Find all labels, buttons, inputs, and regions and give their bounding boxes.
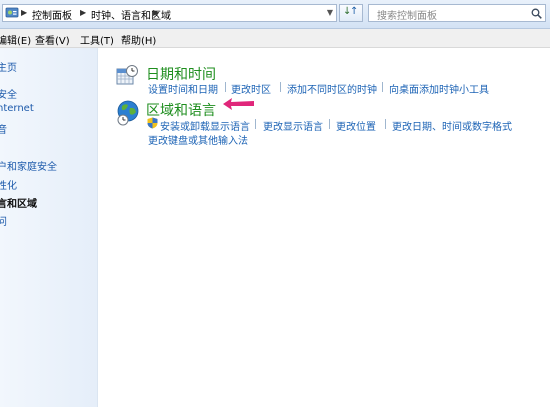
sidebar-item-ease-of-access[interactable]: 问 [0,213,7,228]
sidebar-item-language-region[interactable]: 言和区域 [0,195,37,210]
address-dropdown-icon[interactable]: ▼ [327,8,333,17]
search-icon[interactable] [531,8,542,19]
menu-edit[interactable]: 编辑(E) [0,32,31,47]
task-install-uninstall-display-language[interactable]: 安装或卸载显示语言 [160,118,250,133]
sidebar-item-security[interactable]: 安全 [0,86,17,101]
address-toolbar: ▶ 控制面板 ▶ 时钟、语言和区域 ▶ ▼ ↓ ↑ 搜索控制面板 [0,0,550,29]
sidebar-item-internet[interactable]: nternet [0,103,34,114]
sidebar-item-personalization[interactable]: 性化 [0,177,17,192]
task-change-date-time-number-format[interactable]: 更改日期、时间或数字格式 [392,118,512,133]
sidebar-item-sound[interactable]: 音 [0,121,7,136]
globe-clock-icon [117,100,139,126]
search-placeholder: 搜索控制面板 [377,11,437,22]
breadcrumb-separator-icon[interactable]: ▶ [80,8,86,17]
menu-view[interactable]: 查看(V) [35,32,70,47]
task-change-keyboard-input[interactable]: 更改键盘或其他输入法 [148,132,248,147]
sidebar-item-family-safety[interactable]: 户和家庭安全 [0,158,57,173]
breadcrumb-separator-icon: ▶ [21,8,28,17]
task-change-time-zone[interactable]: 更改时区 [231,81,271,96]
refresh-button[interactable]: ↓ ↑ [339,4,363,22]
sidebar: 主页 安全 nternet 音 户和家庭安全 性化 言和区域 问 [0,48,98,407]
link-divider [385,119,386,129]
shield-icon [147,117,158,129]
refresh-arrow-icon: ↑ [350,6,359,17]
main-content: 日期和时间 设置时间和日期 更改时区 添加不同时区的时钟 向桌面添加时钟小工具 … [98,48,550,407]
link-divider [255,119,256,129]
task-change-display-language[interactable]: 更改显示语言 [263,118,323,133]
breadcrumb-control-panel[interactable]: 控制面板 [32,7,72,22]
menu-help[interactable]: 帮助(H) [121,32,156,47]
menu-tools[interactable]: 工具(T) [80,32,114,47]
task-change-location[interactable]: 更改位置 [336,118,376,133]
task-add-clock-gadget[interactable]: 向桌面添加时钟小工具 [389,81,489,96]
link-divider [382,82,383,92]
task-add-clocks[interactable]: 添加不同时区的时钟 [287,81,377,96]
calendar-clock-icon [116,65,138,85]
control-panel-icon [5,7,19,18]
address-bar[interactable]: ▶ 控制面板 ▶ 时钟、语言和区域 ▶ ▼ [2,4,337,22]
link-divider [225,82,226,92]
link-divider [329,119,330,129]
search-input[interactable]: 搜索控制面板 [368,4,546,22]
breadcrumb-separator-icon[interactable]: ▶ [153,8,159,17]
pink-arrow-icon [223,98,254,110]
sidebar-item-home[interactable]: 主页 [0,59,17,74]
link-divider [280,82,281,92]
task-set-time-date[interactable]: 设置时间和日期 [148,81,218,96]
menu-bar: 编辑(E) 查看(V) 工具(T) 帮助(H) [0,29,550,48]
